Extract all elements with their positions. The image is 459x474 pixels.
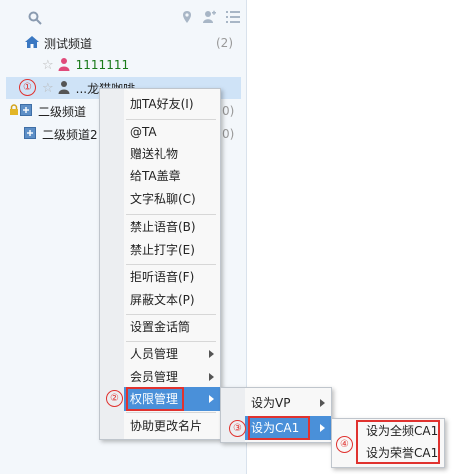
user-row[interactable]: ☆ 1111111: [42, 55, 129, 75]
star-icon: ☆: [42, 80, 54, 96]
menu-strip: [100, 89, 124, 439]
menu-item-label: 设为VP: [251, 396, 291, 410]
annotation-box: [356, 420, 440, 464]
submenu-arrow-icon: [209, 395, 214, 403]
annotation-2: ②: [106, 390, 123, 407]
menu-item-member-manage[interactable]: 会员管理: [124, 365, 220, 389]
subchannel-name: 二级频道: [38, 104, 87, 119]
home-icon: [24, 35, 40, 52]
menu-item-change-card[interactable]: 协助更改名片: [124, 414, 202, 438]
menu-item-add-friend[interactable]: 加TA好友(I): [124, 92, 194, 116]
menu-item-ban-typing[interactable]: 禁止打字(E): [124, 238, 195, 262]
subchannel-row[interactable]: 二级频道: [9, 101, 86, 121]
menu-item-gift[interactable]: 赠送礼物: [124, 142, 178, 166]
annotation-1: ①: [19, 79, 36, 96]
channel-row[interactable]: 测试频道: [24, 33, 92, 53]
search-icon[interactable]: [28, 11, 42, 28]
menu-item-set-vp[interactable]: 设为VP: [245, 391, 331, 415]
menu-item-at[interactable]: @TA: [124, 120, 157, 144]
star-icon: ☆: [42, 57, 54, 73]
expand-icon[interactable]: [20, 103, 32, 119]
menu-item-block-text[interactable]: 屏蔽文本(P): [124, 288, 195, 312]
subchannel-count: 0): [222, 127, 235, 141]
submenu-arrow-icon: [209, 373, 214, 381]
subchannel-count: 0): [222, 104, 235, 118]
location-pin-icon[interactable]: [182, 10, 192, 27]
menu-item-stamp[interactable]: 给TA盖章: [124, 164, 181, 188]
menu-separator: [126, 412, 216, 413]
channel-count: (2): [216, 36, 233, 50]
channel-name: 测试频道: [44, 36, 93, 51]
menu-item-gold-mic[interactable]: 设置金话筒: [124, 315, 190, 339]
menu-item-label: 会员管理: [130, 370, 179, 384]
subchannel-name: 二级频道2: [42, 127, 98, 142]
annotation-4: ④: [336, 436, 353, 453]
toolbar-right: [182, 10, 240, 27]
avatar-icon: [58, 57, 70, 74]
subchannel-row[interactable]: 二级频道2: [24, 124, 98, 144]
menu-item-staff-manage[interactable]: 人员管理: [124, 342, 220, 366]
submenu-arrow-icon: [320, 424, 325, 432]
annotation-3: ③: [229, 420, 246, 437]
submenu-arrow-icon: [320, 399, 325, 407]
list-icon[interactable]: [226, 11, 240, 26]
expand-icon[interactable]: [24, 126, 36, 142]
menu-item-ban-voice[interactable]: 禁止语音(B): [124, 215, 196, 239]
menu-item-label: 人员管理: [130, 347, 179, 361]
user-name: 1111111: [75, 58, 130, 72]
submenu-arrow-icon: [209, 350, 214, 358]
menu-item-private-chat[interactable]: 文字私聊(C): [124, 187, 196, 211]
annotation-box: [126, 387, 184, 411]
annotation-box: [248, 416, 310, 440]
user-add-icon[interactable]: [202, 10, 216, 27]
menu-item-refuse-voice[interactable]: 拒听语音(F): [124, 265, 194, 289]
avatar-icon: [58, 80, 70, 97]
lock-icon: [9, 103, 19, 119]
